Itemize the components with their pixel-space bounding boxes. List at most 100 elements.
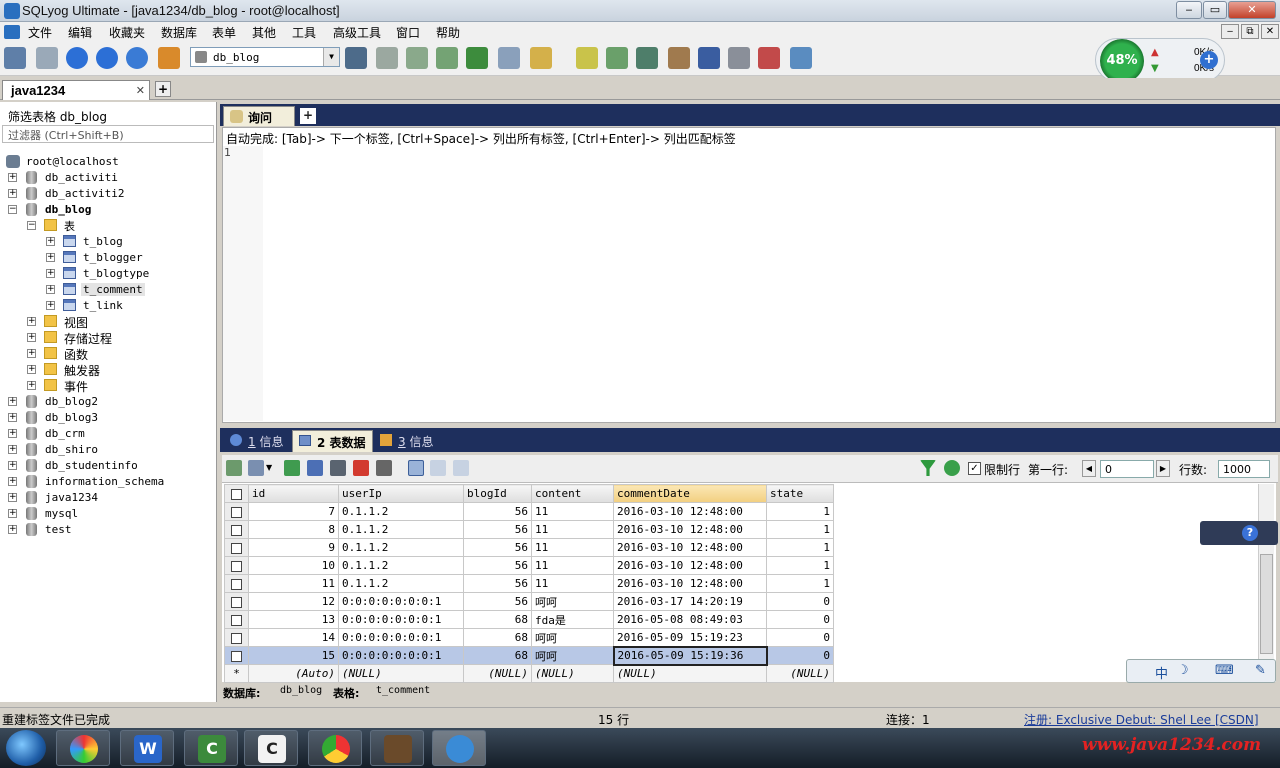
query-tab[interactable]: 询问 [223, 106, 295, 126]
cell-commentdate[interactable]: 2016-03-10 12:48:00 [613, 574, 767, 593]
backup-icon[interactable] [376, 47, 398, 69]
table-row[interactable]: 11 0.1.1.2 56 11 2016-03-10 12:48:00 1 [224, 574, 834, 593]
maximize-button[interactable]: ▭ [1203, 1, 1227, 19]
cell-userip[interactable]: 0.1.1.2 [338, 520, 464, 539]
cell-id[interactable]: 14 [248, 628, 339, 647]
menu-table[interactable]: 表单 [212, 24, 236, 41]
expand-icon[interactable]: + [27, 333, 36, 342]
new-row[interactable]: * (Auto) (NULL) (NULL) (NULL) (NULL) (NU… [224, 664, 834, 683]
menu-window[interactable]: 窗口 [396, 24, 420, 41]
row-checkbox[interactable] [224, 502, 249, 521]
expand-icon[interactable]: + [46, 269, 55, 278]
chevron-down-icon[interactable]: ▼ [266, 463, 272, 472]
table-row[interactable]: 10 0.1.1.2 56 11 2016-03-10 12:48:00 1 [224, 556, 834, 575]
cell-blogid[interactable]: 56 [463, 592, 532, 611]
grid-view-icon[interactable] [408, 460, 424, 476]
connect-icon[interactable] [4, 47, 26, 69]
expand-icon[interactable]: + [8, 189, 17, 198]
cell-userip[interactable]: 0.1.1.2 [338, 502, 464, 521]
menu-file[interactable]: 文件 [28, 24, 52, 41]
schema-sync-icon[interactable] [606, 47, 628, 69]
cell-userip[interactable]: 0:0:0:0:0:0:0:1 [338, 592, 464, 611]
new-connection-icon[interactable] [36, 47, 58, 69]
row-checkbox[interactable] [224, 520, 249, 539]
cell-content[interactable]: 11 [531, 556, 614, 575]
mdi-minimize-button[interactable]: ‒ [1221, 24, 1239, 39]
chevron-down-icon[interactable]: ▼ [323, 48, 339, 66]
cell-blogid[interactable]: 56 [463, 502, 532, 521]
layout-icon[interactable] [790, 47, 812, 69]
cell-commentdate[interactable]: 2016-03-10 12:48:00 [613, 538, 767, 557]
taskbar-app[interactable] [370, 730, 424, 766]
table-row-selected[interactable]: 15 0:0:0:0:0:0:0:1 68 呵呵 2016-05-09 15:1… [224, 645, 834, 666]
cell-commentdate[interactable]: 2016-03-10 12:48:00 [613, 556, 767, 575]
cell-blogid[interactable]: 68 [463, 646, 532, 665]
grid-scrollbar[interactable] [1258, 484, 1274, 682]
duplicate-row-icon[interactable] [307, 460, 323, 476]
expand-icon[interactable]: + [8, 429, 17, 438]
menu-edit[interactable]: 编辑 [68, 24, 92, 41]
schema-icon[interactable] [530, 47, 552, 69]
plus-icon[interactable]: + [1200, 51, 1218, 69]
job-agent-icon[interactable] [668, 47, 690, 69]
row-checkbox[interactable] [224, 592, 249, 611]
table-row[interactable]: 13 0:0:0:0:0:0:0:1 68 fda是 2016-05-08 08… [224, 610, 834, 629]
cell-blogid[interactable]: 56 [463, 574, 532, 593]
cell-id[interactable]: (Auto) [248, 664, 339, 683]
row-checkbox[interactable] [224, 574, 249, 593]
column-header[interactable]: content [531, 484, 614, 503]
cell-id[interactable]: 7 [248, 502, 339, 521]
table-row[interactable]: 8 0.1.1.2 56 11 2016-03-10 12:48:00 1 [224, 520, 834, 539]
menu-other[interactable]: 其他 [252, 24, 276, 41]
user-manager-icon[interactable] [345, 47, 367, 69]
cell-state[interactable]: 1 [766, 520, 834, 539]
cell-blogid[interactable]: 56 [463, 556, 532, 575]
registration-link[interactable]: 注册: Exclusive Debut: Shel Lee [CSDN] [1024, 711, 1259, 728]
cell-blogid[interactable]: 68 [463, 610, 532, 629]
prev-page-button[interactable]: ◀ [1082, 460, 1096, 477]
input-method-bar[interactable]: 中 ☽ ⌨ ✎ [1126, 659, 1276, 683]
data-sync-icon[interactable] [636, 47, 658, 69]
cell-content[interactable]: 呵呵 [531, 646, 614, 665]
cell-content[interactable]: fda是 [531, 610, 614, 629]
ime-wrench-icon[interactable]: ✎ [1255, 663, 1266, 678]
cell-commentdate[interactable]: 2016-05-09 15:19:23 [613, 628, 767, 647]
cell-state[interactable]: 0 [766, 592, 834, 611]
cell-userip[interactable]: 0.1.1.2 [338, 574, 464, 593]
query-builder-icon[interactable] [576, 47, 598, 69]
cell-commentdate[interactable]: 2016-03-10 12:48:00 [613, 502, 767, 521]
cell-state[interactable]: 0 [766, 628, 834, 647]
cell-userip[interactable]: 0:0:0:0:0:0:0:1 [338, 610, 464, 629]
taskbar-app[interactable]: C [184, 730, 238, 766]
cell-userip[interactable]: 0.1.1.2 [338, 556, 464, 575]
row-checkbox[interactable] [224, 646, 249, 665]
cell-id[interactable]: 13 [248, 610, 339, 629]
ime-moon-icon[interactable]: ☽ [1177, 663, 1189, 678]
first-row-input[interactable]: 0 [1100, 460, 1154, 478]
expand-icon[interactable]: + [46, 253, 55, 262]
users-icon[interactable] [158, 47, 180, 69]
form-view-icon[interactable] [430, 460, 446, 476]
expand-icon[interactable]: + [8, 461, 17, 470]
menu-database[interactable]: 数据库 [161, 24, 197, 41]
export-icon[interactable] [466, 47, 488, 69]
cell-content[interactable]: 11 [531, 520, 614, 539]
cell-commentdate[interactable]: 2016-05-08 08:49:03 [613, 610, 767, 629]
cell-id[interactable]: 9 [248, 538, 339, 557]
cell-blogid[interactable]: (NULL) [463, 664, 532, 683]
expand-icon[interactable]: + [8, 477, 17, 486]
refresh-icon[interactable] [126, 47, 148, 69]
table-row[interactable]: 9 0.1.1.2 56 11 2016-03-10 12:48:00 1 [224, 538, 834, 557]
cell-state[interactable]: 1 [766, 502, 834, 521]
table-row[interactable]: 14 0:0:0:0:0:0:0:1 68 呵呵 2016-05-09 15:1… [224, 628, 834, 647]
save-icon[interactable] [330, 460, 346, 476]
collapse-icon[interactable]: − [27, 221, 36, 230]
expand-icon[interactable]: + [46, 237, 55, 246]
mdi-restore-button[interactable]: ⧉ [1241, 24, 1259, 39]
table-row[interactable]: 12 0:0:0:0:0:0:0:1 56 呵呵 2016-03-17 14:2… [224, 592, 834, 611]
column-header[interactable]: state [766, 484, 834, 503]
profiler-icon[interactable] [728, 47, 750, 69]
cell-userip[interactable]: 0:0:0:0:0:0:0:1 [338, 628, 464, 647]
menu-favorites[interactable]: 收藏夹 [109, 24, 145, 41]
scrollbar-thumb[interactable] [1260, 554, 1273, 654]
